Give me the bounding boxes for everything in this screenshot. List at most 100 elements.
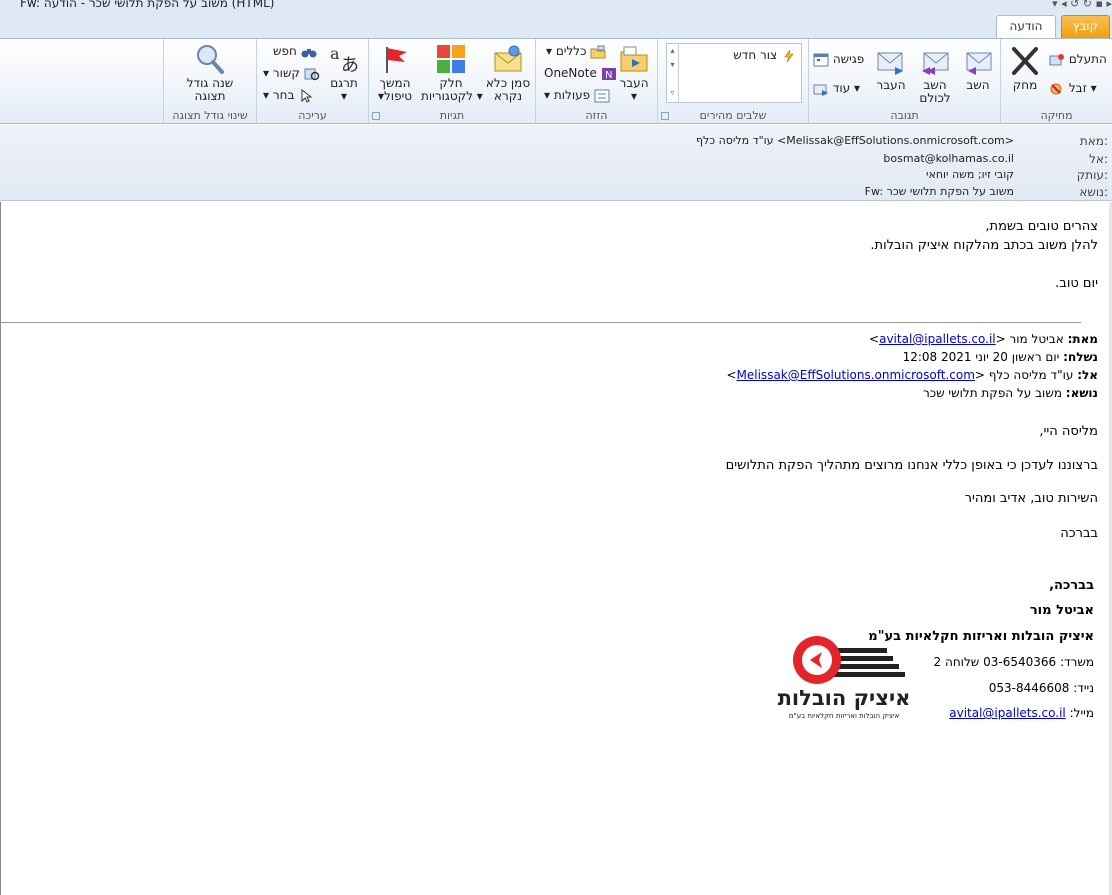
svg-text:a: a — [330, 44, 340, 63]
window-title: Fw: משוב על הפקת תלושי שכר - הודעה (HTML… — [20, 0, 275, 10]
categorize-label-1: חלק — [439, 76, 463, 90]
junk-label: זבל — [1068, 81, 1087, 95]
tab-message[interactable]: הודעה — [996, 15, 1056, 38]
reply-all-icon — [919, 45, 951, 77]
find-button[interactable]: חפש — [273, 42, 317, 60]
quick-access-toolbar[interactable]: ▾ ◂ ↺ ↻ ▪ ▸ — [1052, 0, 1112, 10]
ribbon-tab-row: קובץ הודעה — [0, 12, 1112, 38]
fwd-subject: נושא: משוב על הפקת תלושי שכר — [923, 386, 1098, 400]
forward-label: העבר — [876, 78, 906, 92]
ignore-button[interactable]: התעלם — [1049, 50, 1107, 68]
zoom-button[interactable]: שנה גודל תצוגה — [174, 43, 246, 103]
junk-icon — [1049, 82, 1065, 96]
paragraph-3: השירות טוב, אדיב ומהיר — [964, 491, 1098, 506]
cursor-icon — [298, 88, 314, 103]
forward-button[interactable]: העבר — [871, 45, 911, 92]
cc-value[interactable]: קובי זיו; משה יוחאי — [926, 168, 1014, 181]
subject-label: נושא: — [1079, 185, 1108, 199]
closing: יום טוב. — [1055, 276, 1098, 291]
select-label: בחר — [272, 88, 295, 102]
sig-mail: מייל: avital@ipallets.co.il — [949, 706, 1094, 720]
reply-label: השב — [966, 78, 990, 92]
fwd-to-email-link[interactable]: Melissak@EffSolutions.onmicrosoft.com — [737, 368, 975, 382]
actions-button[interactable]: ▾ פעולות — [544, 86, 610, 104]
rules-icon — [590, 45, 606, 59]
meeting-label: פגישה — [832, 52, 865, 66]
fwd-from-end: > — [869, 332, 880, 346]
delete-label: מחק — [1012, 78, 1038, 92]
intro: להלן משוב בכתב מהלקוח איציק הובלות. — [870, 238, 1098, 253]
group-editing: aあ תרגם ▾ חפש ▾ קשור ▾ בחר עריכה — [256, 39, 368, 123]
group-delete-label: מחיקה — [1040, 109, 1073, 122]
forward-separator — [1, 322, 1081, 323]
flag-icon — [379, 43, 411, 75]
rules-button[interactable]: ▾ כללים — [546, 42, 606, 60]
related-button[interactable]: ▾ קשור — [263, 64, 320, 82]
folder-move-icon — [618, 43, 650, 75]
fwd-to-name: עו"ד מליסה כלף < — [974, 368, 1074, 382]
sig-mail-link[interactable]: avital@ipallets.co.il — [949, 706, 1066, 720]
fwd-from-name: אביטל מור < — [995, 332, 1064, 346]
svg-text:あ: あ — [341, 55, 359, 75]
zoom-label-2: תצוגה — [194, 89, 226, 103]
more-respond-button[interactable]: עוד ▾ — [813, 79, 860, 97]
fwd-from-email-link[interactable]: avital@ipallets.co.il — [879, 332, 996, 346]
fwd-to-end: > — [726, 368, 737, 382]
follow-up-button[interactable]: המשך ▾טיפול — [371, 43, 419, 103]
logo-text-value: איציק הובלות — [777, 686, 911, 710]
meeting-button[interactable]: פגישה — [813, 50, 864, 68]
sig-mail-label: מייל: — [1069, 706, 1094, 720]
mark-unread-label-1: סמן כלא — [485, 76, 531, 90]
delete-x-icon — [1009, 45, 1041, 77]
subject-value: Fw: משוב על הפקת תלושי שכר — [864, 185, 1014, 198]
forward-icon — [875, 45, 907, 77]
ignore-icon — [1049, 53, 1065, 67]
cc-label: עותק: — [1076, 168, 1108, 182]
actions-label: פעולות — [553, 88, 591, 102]
group-quick-steps: צור חדש ▴ ▾ ▿ שלבים מהירים — [657, 39, 808, 123]
title-bar: Fw: משוב על הפקת תלושי שכר - הודעה (HTML… — [0, 0, 1112, 12]
paragraph-1: מליסה היי, — [1039, 424, 1098, 439]
from-value[interactable]: עו"ד מליסה כלף <Melissak@EffSolutions.on… — [696, 134, 1014, 147]
select-button[interactable]: ▾ בחר — [263, 86, 314, 104]
reply-button[interactable]: השב — [959, 45, 997, 92]
ignore-label: התעלם — [1068, 52, 1107, 66]
quick-step-new[interactable]: צור חדש — [733, 46, 797, 64]
zoom-label-1: שנה גודל — [186, 76, 234, 90]
fwd-to-label: אל: — [1077, 368, 1098, 382]
sig-regards: בברכה, — [1049, 578, 1094, 593]
translate-button[interactable]: aあ תרגם ▾ — [323, 43, 365, 103]
mark-unread-button[interactable]: סמן כלא נקרא — [482, 43, 534, 103]
categorize-button[interactable]: חלק לקטגוריות ▾ — [421, 43, 483, 103]
related-label: קשור — [272, 66, 300, 80]
paragraph-4: בברכה — [1060, 526, 1098, 541]
onenote-icon: N — [601, 67, 617, 81]
gallery-scroll[interactable]: ▴ ▾ ▿ — [667, 44, 679, 102]
group-tags-label: תגיות — [439, 109, 465, 122]
follow-up-label-1: המשך — [379, 76, 411, 90]
categorize-icon — [435, 43, 467, 75]
group-zoom-label: שינוי גודל תצוגה — [172, 109, 248, 122]
meeting-icon — [813, 53, 829, 67]
quick-steps-gallery[interactable]: צור חדש ▴ ▾ ▿ — [666, 43, 802, 103]
quick-step-new-label: צור חדש — [733, 48, 778, 62]
group-respond: השב השב לכולם העבר פגישה עוד ▾ תגובה — [808, 39, 1000, 123]
ribbon: התעלם זבל ▾ מחק מחיקה השב השב לכולם העבר… — [0, 38, 1112, 124]
logo-subtext: איציק הובלות ואריזות חקלאיות בע"מ — [788, 712, 900, 720]
sig-mobile-label: נייד: — [1073, 681, 1094, 695]
onenote-button[interactable]: OneNote N — [544, 64, 617, 82]
group-respond-label: תגובה — [890, 109, 919, 122]
group-tags: סמן כלא נקרא חלק לקטגוריות ▾ המשך ▾טיפול… — [368, 39, 535, 123]
magnifier-icon — [194, 43, 226, 75]
from-label: מאת: — [1079, 134, 1108, 148]
tab-file[interactable]: קובץ — [1061, 15, 1110, 38]
paragraph-2: ברצוננו לעדכן כי באופן כללי אנחנו מרוצים… — [725, 458, 1098, 473]
junk-button[interactable]: זבל ▾ — [1049, 79, 1097, 97]
sig-name: אביטל מור — [1029, 603, 1094, 618]
to-value[interactable]: bosmat@kolhamas.co.il — [883, 152, 1014, 165]
delete-button[interactable]: מחק — [1007, 45, 1043, 92]
move-button[interactable]: העבר ▾ — [614, 43, 654, 103]
actions-icon — [594, 89, 610, 103]
translate-icon: aあ — [328, 43, 360, 76]
reply-all-button[interactable]: השב לכולם — [913, 45, 957, 105]
